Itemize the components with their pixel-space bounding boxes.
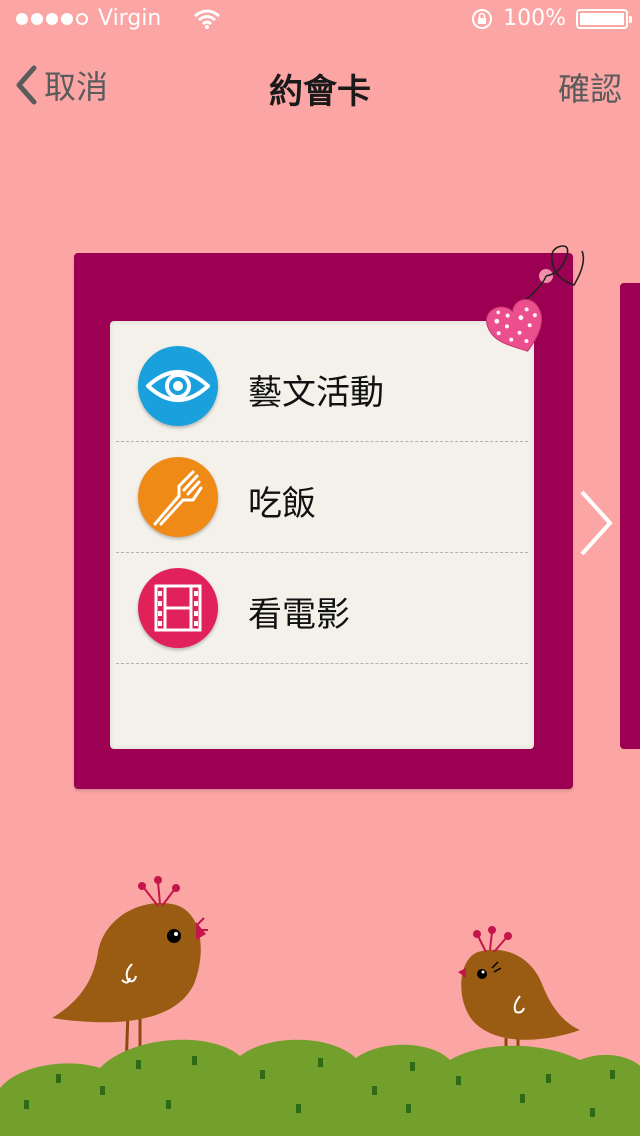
card-paper: 藝文活動 吃飯 看電影 [110,321,534,749]
menu-item-dining[interactable]: 吃飯 [110,432,534,543]
battery-icon [576,8,632,29]
orientation-lock-icon [472,8,493,29]
next-card-preview[interactable] [620,283,640,749]
signal-strength-icon [16,12,88,25]
eye-icon [138,346,218,426]
heart-tag-icon [486,245,585,352]
menu-item-label: 吃飯 [248,484,316,524]
divider [116,663,528,664]
menu-item-movie[interactable]: 看電影 [110,543,534,654]
status-bar: Virgin 100% [0,0,640,40]
menu-item-label: 藝文活動 [248,373,384,413]
confirm-button[interactable]: 確認 [558,64,622,110]
carrier-name: Virgin [98,6,162,31]
fork-icon [138,457,218,537]
page-title: 約會卡 [269,72,371,112]
nav-bar: 取消 約會卡 確認 [0,40,640,128]
film-icon [138,568,218,648]
birds-on-grass-illustration [0,876,640,1136]
chevron-right-icon[interactable] [576,488,616,558]
wifi-icon [194,9,221,29]
bird-left [52,876,208,1023]
bird-right [458,926,580,1040]
menu-item-label: 看電影 [248,595,350,635]
battery-percent: 100% [503,6,566,31]
